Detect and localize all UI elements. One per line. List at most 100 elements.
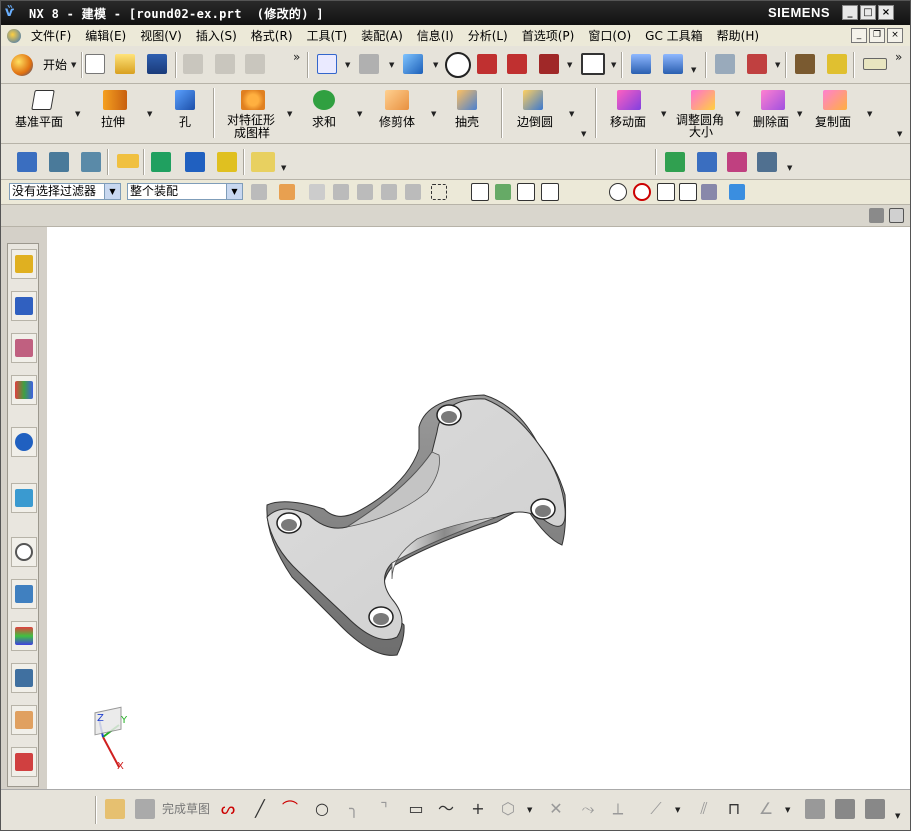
fillet-icon[interactable]: ╮ bbox=[343, 798, 365, 820]
app-menu-icon[interactable] bbox=[7, 28, 21, 43]
trim-body-label[interactable]: 修剪体 bbox=[379, 116, 415, 128]
doc-close-button[interactable]: × bbox=[887, 28, 903, 43]
pattern-feature-icon[interactable] bbox=[241, 90, 265, 110]
check-icon[interactable] bbox=[665, 152, 685, 172]
restore-button[interactable]: □ bbox=[860, 5, 876, 20]
snap-quadrant-icon[interactable] bbox=[633, 183, 651, 201]
select-curve-icon[interactable] bbox=[405, 184, 421, 200]
shell-label[interactable]: 抽壳 bbox=[455, 116, 479, 128]
key-icon[interactable] bbox=[827, 54, 847, 74]
enable-snap-icon[interactable] bbox=[471, 183, 489, 201]
select-face-icon[interactable] bbox=[357, 184, 373, 200]
snap-arc-center-icon[interactable] bbox=[609, 183, 627, 201]
save-icon[interactable] bbox=[147, 54, 167, 74]
arc-icon[interactable]: ⌒ bbox=[279, 798, 301, 820]
resource-web-browser[interactable] bbox=[11, 483, 37, 513]
scope-select[interactable]: 整个装配 ▼ bbox=[127, 183, 243, 200]
menu-view[interactable]: 视图(V) bbox=[133, 27, 189, 44]
measure-icon[interactable] bbox=[863, 58, 887, 70]
cut-icon[interactable] bbox=[183, 54, 203, 74]
menu-file[interactable]: 文件(F) bbox=[24, 27, 78, 44]
resource-history[interactable] bbox=[11, 537, 37, 567]
copy-face-label[interactable]: 复制面 bbox=[815, 116, 851, 128]
viewport-maximize-icon[interactable] bbox=[889, 208, 904, 223]
report-icon[interactable] bbox=[727, 152, 747, 172]
open-file-icon[interactable] bbox=[115, 54, 135, 74]
sketch-icon[interactable] bbox=[105, 799, 125, 819]
paste-icon[interactable] bbox=[245, 54, 265, 74]
pattern-feature-label-line2[interactable]: 成图样 bbox=[234, 127, 270, 139]
view-section-icon[interactable] bbox=[539, 54, 559, 74]
line-icon[interactable]: ╱ bbox=[249, 798, 271, 820]
resize-blend-label-line2[interactable]: 大小 bbox=[689, 126, 713, 138]
snap-inferred-icon[interactable] bbox=[495, 184, 511, 200]
resource-roles[interactable] bbox=[11, 705, 37, 735]
tool-icon[interactable] bbox=[185, 152, 205, 172]
resource-assembly-navigator[interactable] bbox=[11, 249, 37, 279]
wcs-triad[interactable]: Z Y X bbox=[94, 706, 128, 772]
menu-assemblies[interactable]: 装配(A) bbox=[354, 27, 410, 44]
resource-system-materials[interactable] bbox=[11, 579, 37, 609]
snap-existing-point-icon[interactable] bbox=[657, 183, 675, 201]
menu-information[interactable]: 信息(I) bbox=[410, 27, 461, 44]
view-iso-icon[interactable] bbox=[507, 54, 527, 74]
render-style-icon[interactable] bbox=[359, 54, 379, 74]
assembly-nav-icon[interactable] bbox=[17, 152, 37, 172]
type-filter-dropdown-icon[interactable]: ▼ bbox=[104, 184, 120, 199]
datum-axis-icon[interactable] bbox=[757, 152, 777, 172]
menu-help[interactable]: 帮助(H) bbox=[710, 27, 766, 44]
general-selection-icon[interactable] bbox=[251, 184, 267, 200]
new-file-icon[interactable] bbox=[85, 54, 105, 74]
snap-intersection-icon[interactable] bbox=[587, 184, 603, 200]
offset-curve-icon[interactable]: ⬡ bbox=[497, 798, 519, 820]
edge-blend-icon[interactable] bbox=[523, 90, 543, 110]
move-face-label[interactable]: 移动面 bbox=[610, 116, 646, 128]
layer-settings-icon[interactable] bbox=[715, 54, 735, 74]
parts-list-icon[interactable] bbox=[81, 152, 101, 172]
menu-analysis[interactable]: 分析(L) bbox=[461, 27, 515, 44]
wcs-icon[interactable] bbox=[631, 54, 651, 74]
toolbar1-overflow-right[interactable]: » bbox=[895, 50, 902, 64]
constraint-icon[interactable]: ⫽ bbox=[693, 798, 715, 820]
background-icon[interactable] bbox=[581, 53, 605, 75]
resource-process-studio[interactable] bbox=[11, 663, 37, 693]
menu-edit[interactable]: 编辑(E) bbox=[78, 27, 133, 44]
part-body[interactable] bbox=[266, 394, 567, 656]
scope-dropdown-icon[interactable]: ▼ bbox=[226, 184, 242, 199]
snap-midpoint-icon[interactable] bbox=[541, 183, 559, 201]
copy-icon[interactable] bbox=[215, 54, 235, 74]
start-icon[interactable] bbox=[11, 54, 33, 76]
fit-view-icon[interactable] bbox=[317, 54, 337, 74]
rectangle-icon[interactable]: ▭ bbox=[405, 798, 427, 820]
doc-restore-button[interactable]: ❐ bbox=[869, 28, 885, 43]
quick-trim-icon[interactable]: ✕ bbox=[545, 798, 567, 820]
select-edge-icon[interactable] bbox=[381, 184, 397, 200]
view-front-icon[interactable] bbox=[477, 54, 497, 74]
move-face-icon[interactable] bbox=[617, 90, 641, 110]
extrude-icon[interactable] bbox=[103, 90, 127, 110]
hole-label[interactable]: 孔 bbox=[179, 116, 191, 128]
wcs-dynamic-icon[interactable] bbox=[663, 54, 683, 74]
menu-tools[interactable]: 工具(T) bbox=[300, 27, 355, 44]
snap-face-icon[interactable] bbox=[701, 184, 717, 200]
viewport-layout-icon[interactable] bbox=[869, 208, 884, 223]
snap-bounded-icon[interactable] bbox=[729, 184, 745, 200]
graphics-window[interactable]: Z Y X bbox=[47, 227, 910, 789]
snap-endpoint-icon[interactable] bbox=[517, 183, 535, 201]
orient-view-icon[interactable] bbox=[445, 52, 471, 78]
resource-constraint-navigator[interactable] bbox=[11, 291, 37, 321]
finish-sketch-icon[interactable] bbox=[135, 799, 155, 819]
structure-icon[interactable] bbox=[697, 152, 717, 172]
dimension-icon[interactable]: ⟋ bbox=[645, 798, 667, 820]
orient-sketch-icon[interactable] bbox=[835, 799, 855, 819]
menu-format[interactable]: 格式(R) bbox=[244, 27, 300, 44]
quick-extend-icon[interactable]: ⤳ bbox=[577, 798, 599, 820]
box-select-icon[interactable] bbox=[431, 184, 447, 200]
toolbar1-overflow-left[interactable]: » bbox=[293, 50, 300, 64]
delete-face-icon[interactable] bbox=[761, 90, 785, 110]
trim-body-icon[interactable] bbox=[385, 90, 409, 110]
resource-reuse-library[interactable] bbox=[11, 375, 37, 405]
delete-face-label[interactable]: 删除面 bbox=[753, 116, 789, 128]
datum-plane-label[interactable]: 基准平面 bbox=[15, 116, 63, 128]
tool-yellow-icon[interactable] bbox=[217, 152, 237, 172]
